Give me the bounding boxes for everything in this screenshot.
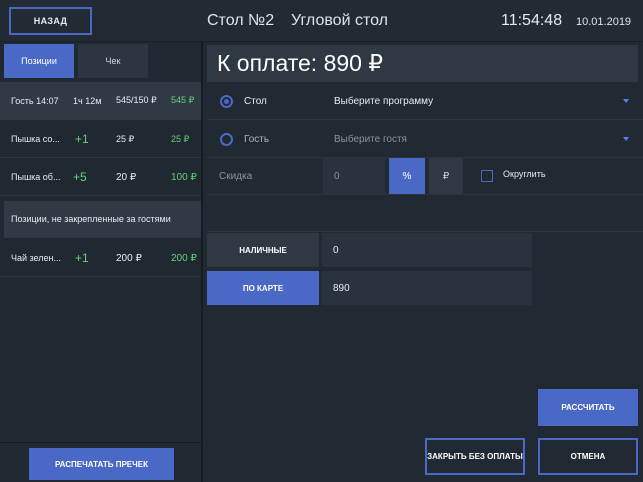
chevron-down-icon: [623, 137, 629, 141]
table-name: Угловой стол: [291, 12, 388, 29]
round-checkbox[interactable]: [481, 170, 493, 182]
item-price: 200 ₽: [116, 252, 142, 264]
guest-row[interactable]: Гость 14:07 1ч 12м 545/150 ₽ 545 ₽: [0, 82, 201, 120]
item-qty[interactable]: +1: [75, 121, 89, 157]
cash-amount-input[interactable]: 0: [322, 233, 532, 267]
card-amount-input[interactable]: 890: [322, 271, 532, 305]
item-total: 25 ₽: [171, 133, 190, 144]
item-qty[interactable]: +1: [75, 240, 89, 276]
cancel-button[interactable]: ОТМЕНА: [538, 438, 638, 475]
item-price: 20 ₽: [116, 171, 137, 183]
radio-guest[interactable]: [220, 133, 233, 146]
item-qty[interactable]: +5: [73, 159, 87, 195]
divider: [0, 442, 201, 443]
current-date: 10.01.2019: [576, 16, 632, 28]
table-number: Стол №2: [207, 12, 275, 29]
discount-percent-toggle[interactable]: %: [389, 158, 425, 194]
list-item[interactable]: Чай зелен... +1 200 ₽ 200 ₽: [0, 240, 201, 277]
list-item[interactable]: Пышка со... +1 25 ₽ 25 ₽: [0, 121, 201, 158]
print-precheck-button[interactable]: РАСПЕЧАТАТЬ ПРЕЧЕК: [29, 448, 174, 480]
discount-row: Скидка: [207, 158, 643, 195]
payer-option-guest[interactable]: Гость Выберите гостя: [207, 121, 643, 158]
program-select[interactable]: Выберите программу: [323, 83, 639, 120]
item-name: Пышка со...: [11, 134, 60, 144]
item-total: 100 ₽: [171, 171, 197, 183]
guest-name: Гость 14:07: [11, 95, 59, 106]
item-name: Чай зелен...: [11, 253, 61, 263]
chevron-down-icon: [623, 99, 629, 103]
tab-positions[interactable]: Позиции: [4, 44, 74, 78]
radio-selected-dot: [224, 99, 229, 104]
radio-table[interactable]: [220, 95, 233, 108]
cash-payment-button[interactable]: НАЛИЧНЫЕ: [207, 233, 319, 267]
guest-select[interactable]: Выберите гостя: [323, 121, 639, 158]
calculate-button[interactable]: РАССЧИТАТЬ: [538, 389, 638, 426]
tab-check[interactable]: Чек: [78, 44, 148, 78]
discount-label: Скидка: [219, 171, 253, 182]
list-item[interactable]: Пышка об... +5 20 ₽ 100 ₽: [0, 159, 201, 196]
program-select-value: Выберите программу: [334, 96, 434, 107]
clock-time: 11:54:48: [501, 12, 563, 29]
close-without-payment-button[interactable]: ЗАКРЫТЬ БЕЗ ОПЛАТЫ: [425, 438, 525, 475]
guest-select-value: Выберите гостя: [334, 134, 407, 145]
item-total: 200 ₽: [171, 252, 197, 264]
unassigned-section-header: Позиции, не закрепленные за гостями: [4, 201, 201, 238]
guest-total: 545 ₽: [171, 95, 195, 105]
option-label: Гость: [244, 134, 270, 145]
item-name: Пышка об...: [11, 172, 61, 182]
discount-rub-toggle[interactable]: ₽: [429, 158, 463, 194]
amount-due: К оплате: 890 ₽: [207, 45, 638, 82]
card-payment-button[interactable]: ПО КАРТЕ: [207, 271, 319, 305]
discount-input[interactable]: 0: [323, 158, 385, 194]
item-price: 25 ₽: [116, 133, 135, 144]
guest-duration: 1ч 12м: [73, 95, 102, 106]
guest-ratio: 545/150 ₽: [116, 95, 157, 105]
round-label: Округлить: [503, 169, 546, 179]
payer-option-table[interactable]: Стол Выберите программу: [207, 83, 643, 120]
back-button[interactable]: НАЗАД: [9, 7, 92, 35]
divider: [207, 231, 643, 232]
unassigned-label: Позиции, не закрепленные за гостями: [11, 214, 171, 224]
option-label: Стол: [244, 96, 267, 107]
